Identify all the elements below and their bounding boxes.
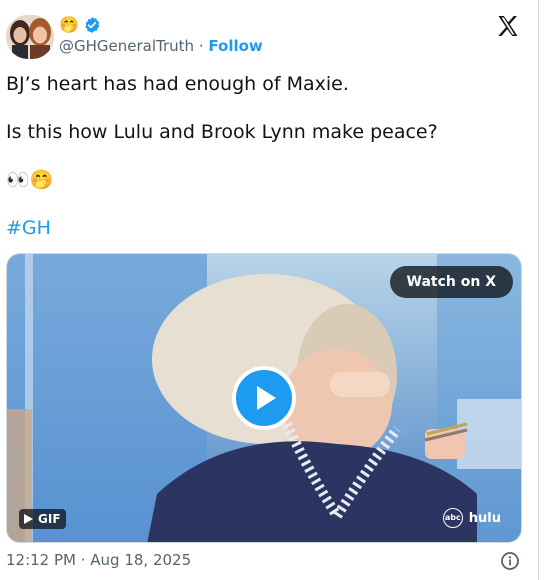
tweet-text-line-1: BJ’s heart has had enough of Maxie. <box>6 73 349 95</box>
display-name-row: 🤭 <box>59 14 101 36</box>
verified-badge-icon <box>83 16 101 34</box>
info-icon[interactable] <box>500 551 520 571</box>
timestamp[interactable]: 12:12 PM · Aug 18, 2025 <box>6 551 191 569</box>
author-handle[interactable]: @GHGeneralTruth <box>59 37 194 55</box>
gif-label: GIF <box>38 512 61 526</box>
gif-badge: GIF <box>19 509 66 529</box>
tweet-card: 🤭 @GHGeneralTruth · Follow BJ’s heart ha… <box>0 0 539 580</box>
tweet-text-line-2: Is this how Lulu and Brook Lynn make pea… <box>6 121 438 143</box>
play-button[interactable] <box>232 366 296 430</box>
watch-on-x-button[interactable]: Watch on X <box>389 266 513 298</box>
play-icon <box>257 386 276 410</box>
avatar[interactable] <box>6 15 54 59</box>
tweet-header: 🤭 @GHGeneralTruth · Follow <box>6 12 526 62</box>
tweet-emoji-line: 👀🤭 <box>6 169 54 191</box>
abc-logo: abc <box>442 508 463 528</box>
follow-button[interactable]: Follow <box>208 37 262 55</box>
handle-row: @GHGeneralTruth · Follow <box>59 37 263 55</box>
hulu-logo: hulu <box>468 510 501 526</box>
hashtag-link[interactable]: #GH <box>6 216 51 240</box>
separator-dot: · <box>198 37 204 55</box>
play-small-icon <box>24 514 33 524</box>
x-logo-icon[interactable] <box>496 14 520 38</box>
media-gif[interactable]: Watch on X GIF abc hulu <box>6 253 522 543</box>
network-watermark: abc hulu <box>442 508 501 528</box>
name-emoji: 🤭 <box>59 15 79 34</box>
